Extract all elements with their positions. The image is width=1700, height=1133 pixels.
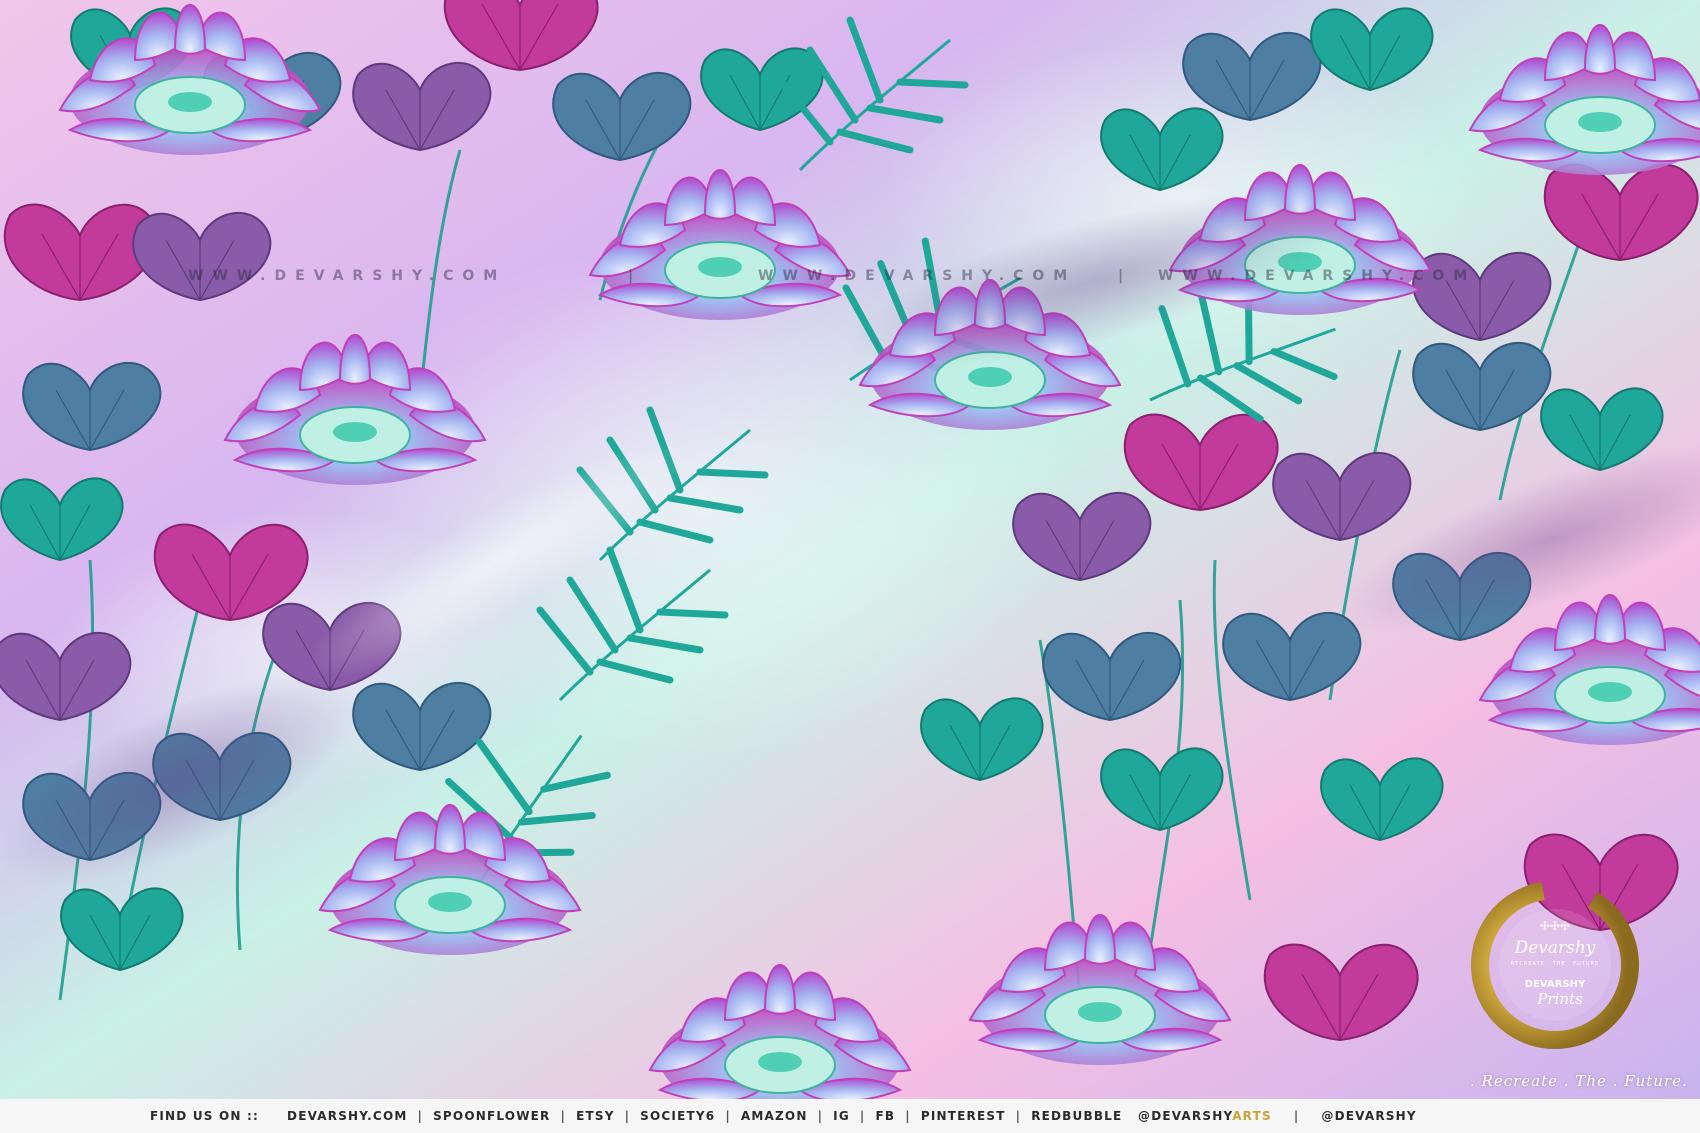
footer-bar: FIND US ON :: DEVARSHY.COM | SPOONFLOWER… — [0, 1099, 1700, 1133]
logo-brand: Devarshy — [1514, 938, 1596, 958]
footer-link-pinterest[interactable]: PINTEREST — [921, 1109, 1006, 1123]
footer-handles: @DEVARSHYARTS | @DEVARSHY — [1138, 1099, 1417, 1133]
watermark-text: WWW.DEVARSHY.COM — [1158, 268, 1477, 284]
footer-link-society6[interactable]: SOCIETY6 — [640, 1109, 715, 1123]
handle-devarshy[interactable]: @DEVARSHY — [1321, 1109, 1416, 1123]
footer-separator: | — [859, 1109, 866, 1123]
footer-link-spoonflower[interactable]: SPOONFLOWER — [433, 1109, 550, 1123]
watermark-separator: | — [628, 268, 643, 284]
devarshy-logo: ✣✣✣ Devarshy RECREATE . THE . FUTURE DEV… — [1460, 870, 1650, 1060]
footer-link-etsy[interactable]: ETSY — [576, 1109, 615, 1123]
logo-sub-brand: DEVARSHY — [1525, 979, 1586, 990]
footer-separator: | — [560, 1109, 567, 1123]
footer-link-amazon[interactable]: AMAZON — [741, 1109, 808, 1123]
handle-prefix: @DEVARSHY — [1138, 1109, 1233, 1123]
logo-tagline-small: RECREATE . THE . FUTURE — [1511, 961, 1599, 967]
logo-emblem: ✣✣✣ Devarshy RECREATE . THE . FUTURE DEV… — [1471, 881, 1639, 1049]
svg-text:✣✣✣: ✣✣✣ — [1540, 919, 1570, 933]
footer-separator: | — [417, 1109, 424, 1123]
find-us-label: FIND US ON :: — [150, 1109, 260, 1123]
footer-separator: | — [725, 1109, 731, 1123]
handle-suffix: ARTS — [1232, 1109, 1272, 1123]
footer-separator: | — [624, 1109, 631, 1123]
tagline: . Recreate . The . Future. — [1470, 1072, 1688, 1090]
footer-link-fb[interactable]: FB — [875, 1109, 895, 1123]
watermark-separator: | — [1118, 268, 1133, 284]
footer-separator: | — [905, 1109, 911, 1123]
footer-link-devarshy[interactable]: DEVARSHY.COM — [287, 1109, 407, 1123]
logo-script: Prints — [1536, 990, 1583, 1008]
fabric-print-svg — [0, 0, 1700, 1099]
fabric-print-image — [0, 0, 1700, 1099]
footer-link-ig[interactable]: IG — [833, 1109, 850, 1123]
handle-devarshyarts[interactable]: @DEVARSHYARTS — [1138, 1109, 1272, 1123]
footer-separator: | — [817, 1109, 824, 1123]
footer-link-redbubble[interactable]: REDBUBBLE — [1031, 1109, 1122, 1123]
watermark-text: WWW.DEVARSHY.COM — [188, 268, 507, 284]
watermark-text: WWW.DEVARSHY.COM — [758, 268, 1077, 284]
footer-separator: | — [1293, 1109, 1300, 1123]
footer-separator: | — [1015, 1109, 1022, 1123]
